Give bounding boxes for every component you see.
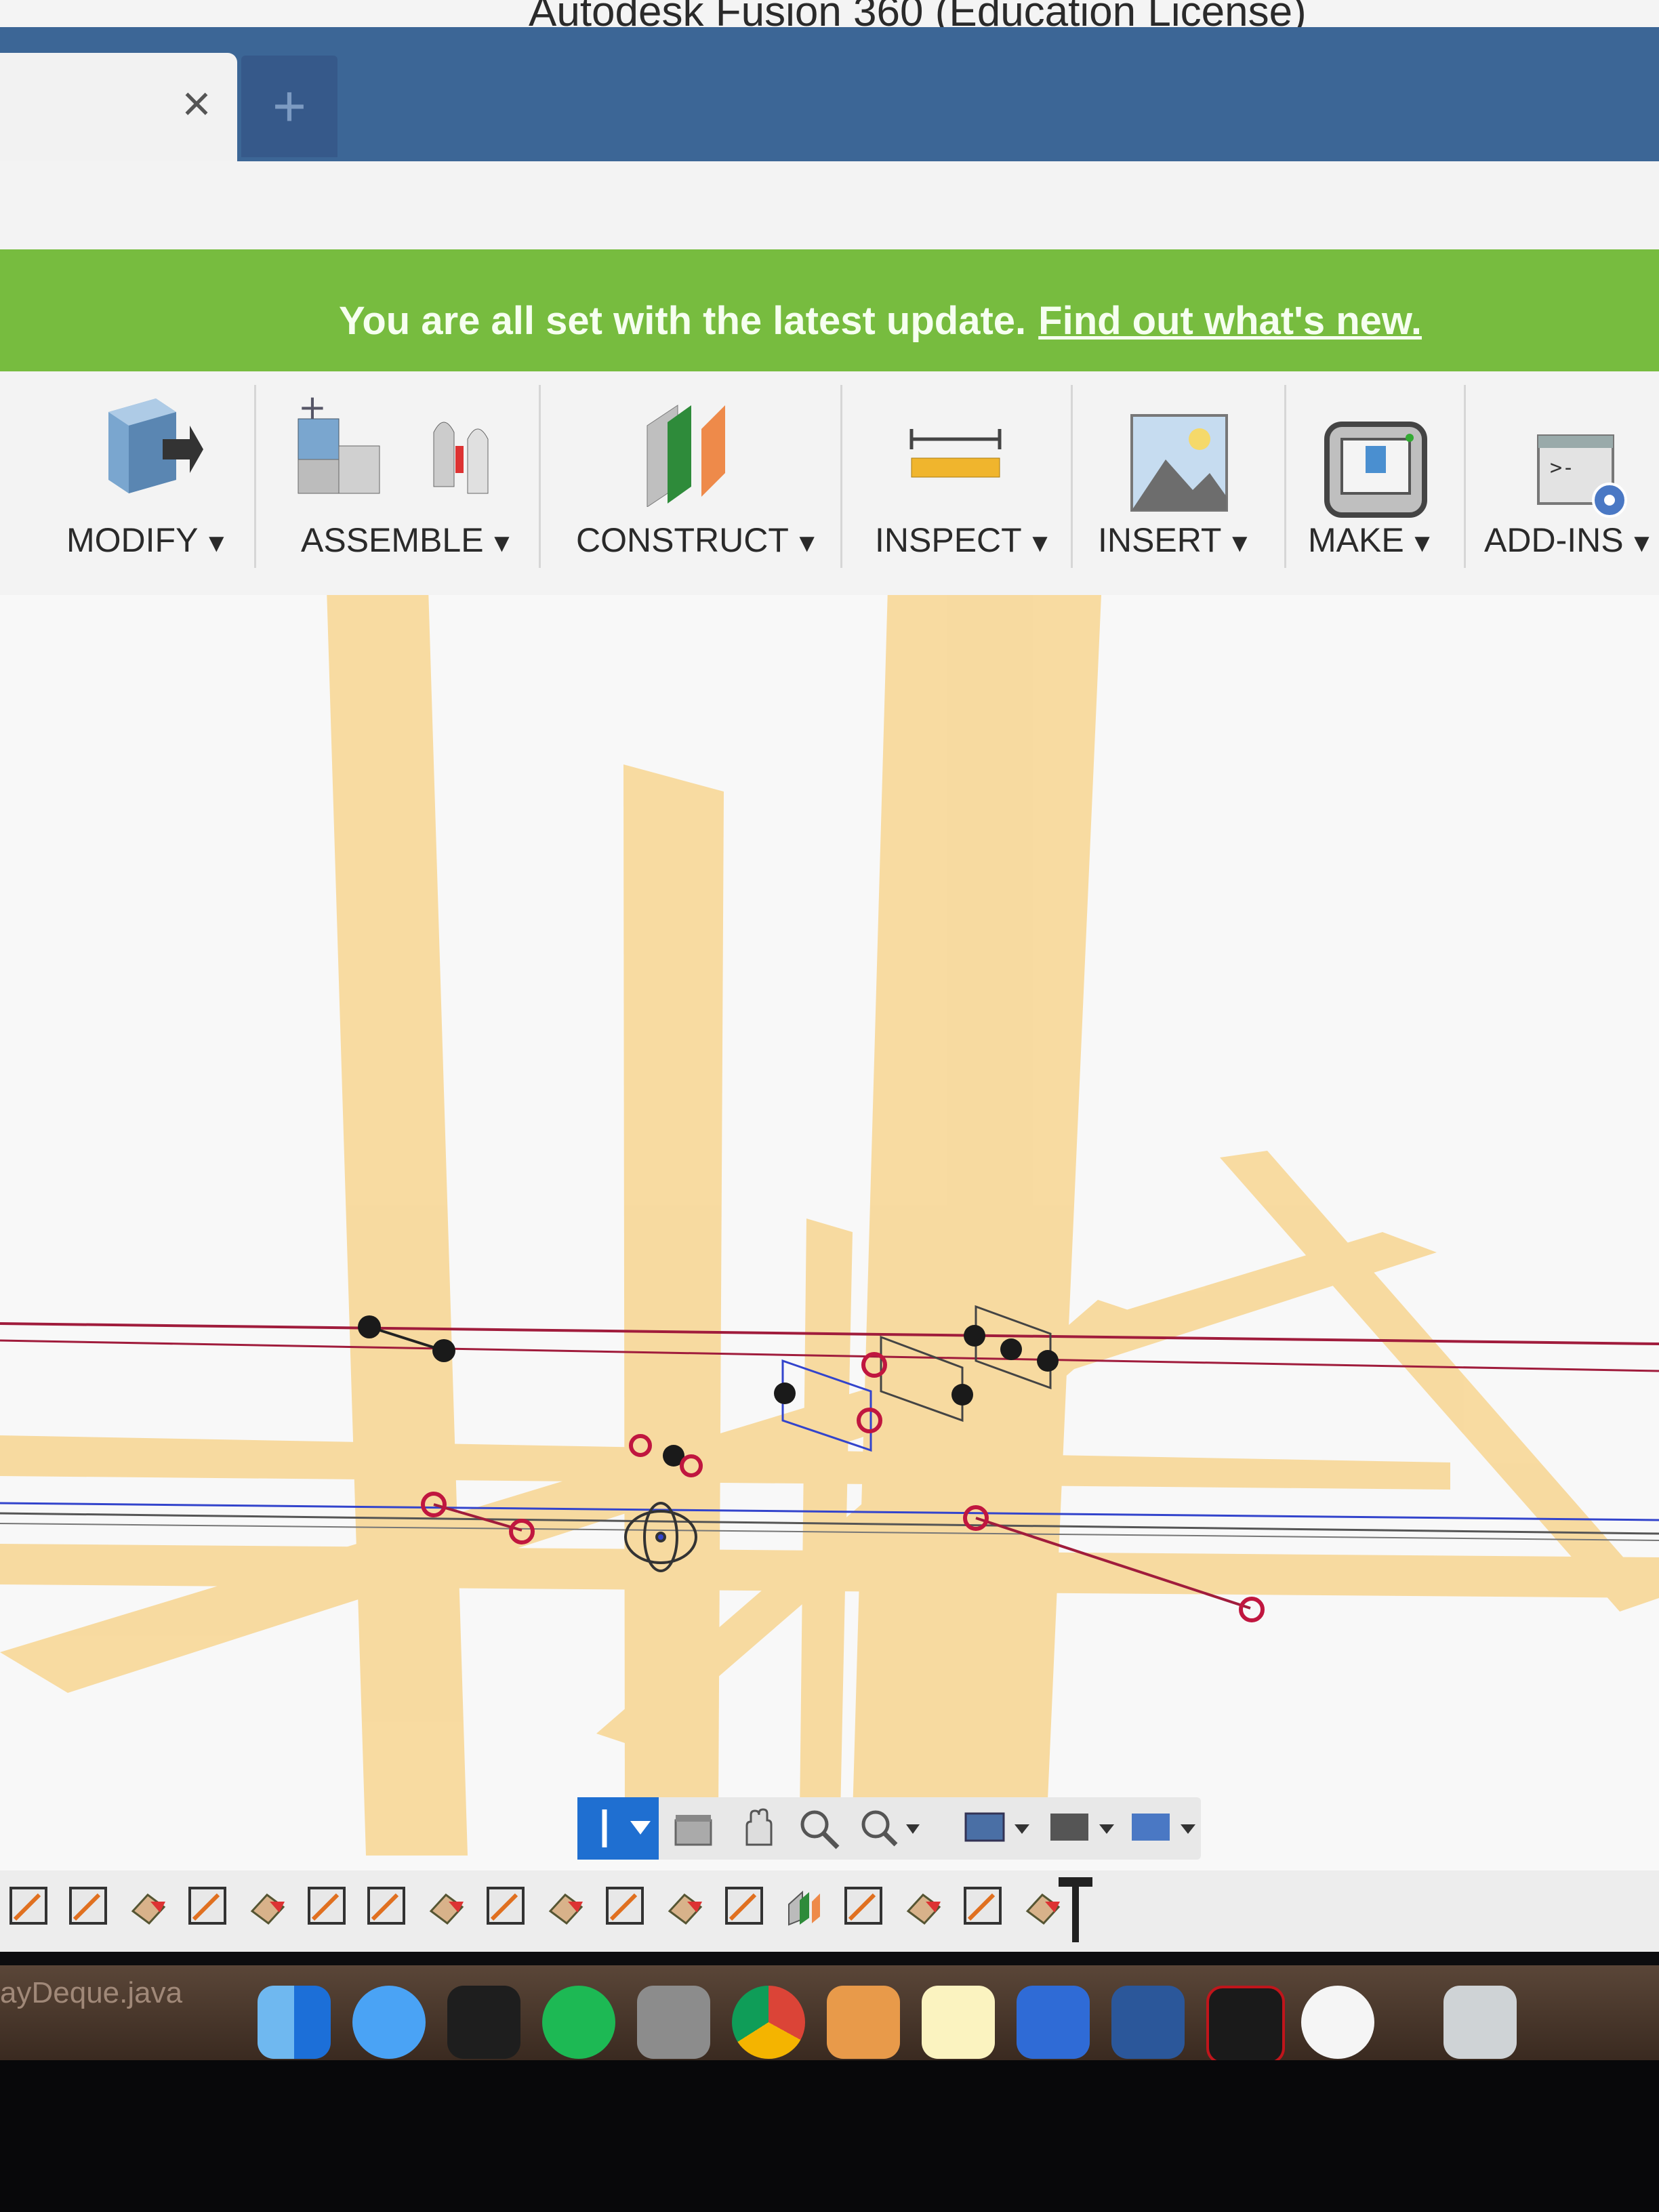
toolbar-group-make[interactable]: MAKE ▼ [1294,371,1457,595]
look-at-icon[interactable] [669,1804,718,1853]
display-settings-icon[interactable] [960,1804,1035,1853]
sketch-point [358,1315,381,1338]
sketch-point [964,1325,985,1347]
construction-plane-diagonal [1220,1151,1659,1612]
viewports-icon[interactable] [1126,1804,1201,1853]
grid-settings-icon[interactable] [1045,1804,1120,1853]
extrude-icon[interactable] [544,1884,587,1927]
sketch-icon[interactable] [7,1884,50,1927]
toolbar-label-add-ins: ADD-INS ▼ [1484,521,1655,559]
toolbar-group-insert[interactable]: INSERT ▼ [1081,371,1284,595]
close-tab-icon[interactable]: × [173,79,220,129]
extrude-icon[interactable] [245,1884,289,1927]
extrude-icon[interactable] [663,1884,706,1927]
zoom-icon[interactable] [794,1804,843,1853]
screen-bezel [0,2060,1659,2212]
sketch-icon[interactable] [66,1884,110,1927]
finder-icon[interactable] [258,1986,331,2059]
orbit-icon[interactable] [577,1797,659,1860]
sketch-icon[interactable] [842,1884,885,1927]
toolbar-separator [1071,385,1073,568]
notes-icon[interactable] [922,1986,995,2059]
toolbar-label-modify: MODIFY ▼ [66,521,230,559]
toolbar-separator [1284,385,1286,568]
extrude-icon[interactable] [126,1884,169,1927]
toolbar-group-add-ins[interactable]: >- ADD-INS ▼ [1471,371,1659,595]
whats-new-link[interactable]: Find out what's new. [1038,299,1422,343]
sketch-icon[interactable] [305,1884,348,1927]
update-notice-message: You are all set with the latest update. [339,299,1027,343]
assemble-icon: + [298,392,489,494]
sketch-icon[interactable] [961,1884,1004,1927]
navigation-bar [577,1797,1201,1860]
system-preferences-icon[interactable] [637,1986,710,2059]
toolbar-label-construct: CONSTRUCT ▼ [576,521,820,559]
timeline-bar [0,1870,1659,1952]
3d-print-icon [1324,422,1427,518]
scripts-addins-icon: >- [1537,434,1627,518]
sketch-icon[interactable] [484,1884,527,1927]
toolbar-label-make: MAKE ▼ [1308,521,1435,559]
trash-icon[interactable] [1443,1986,1517,2059]
new-tab-button[interactable]: + [241,56,337,157]
toolbar-separator [840,385,842,568]
extrude-icon[interactable] [901,1884,945,1927]
svg-text:>-: >- [1550,456,1574,480]
acrobat-icon[interactable] [1206,1986,1285,2064]
sketch-icon[interactable] [603,1884,647,1927]
canvas-scene [0,595,1659,1856]
dock-file-label: ayDeque.java [0,1976,183,2009]
timeline-marker[interactable] [1059,1877,1092,1942]
extrude-icon[interactable] [424,1884,468,1927]
svg-text:+: + [298,392,327,427]
sketch-icon[interactable] [186,1884,229,1927]
sketch-point [1239,1597,1265,1622]
fit-zoom-icon[interactable] [855,1804,923,1853]
modify-icon [108,398,203,493]
toolbar-group-inspect[interactable]: INSPECT ▼ [851,371,1067,595]
sketch-point [432,1339,455,1362]
toolbar-label-inspect: INSPECT ▼ [875,521,1053,559]
sketch-point [774,1382,796,1404]
plane-icon[interactable] [782,1884,825,1927]
toolbar-group-assemble[interactable]: + ASSEMBLE ▼ [264,371,535,595]
insert-image-icon [1130,414,1228,512]
sketch-icon[interactable] [722,1884,766,1927]
toolbar-separator [1464,385,1466,568]
toolbar-separator [539,385,541,568]
word-icon[interactable] [1111,1986,1185,2059]
sketch-icon[interactable] [365,1884,408,1927]
macos-dock: ayDeque.java [0,1965,1659,2064]
tab-content-strip [0,161,1659,249]
toolbar-group-modify[interactable]: MODIFY ▼ [20,371,251,595]
measure-ruler-icon [909,429,1002,478]
sketch-point [951,1384,973,1406]
sketch-point [1000,1338,1022,1360]
xcode-icon[interactable] [1017,1986,1090,2059]
toolbar-label-assemble: ASSEMBLE ▼ [301,521,515,559]
itunes-icon[interactable] [1301,1986,1374,2059]
messages-icon[interactable] [352,1986,426,2059]
design-toolbar: MODIFY ▼ + ASSEMBLE ▼ CONSTRUCT ▼ INSPEC… [0,371,1659,595]
toolbar-group-construct[interactable]: CONSTRUCT ▼ [549,371,834,595]
fusion360-icon[interactable] [827,1986,900,2059]
terminal-icon[interactable] [447,1986,520,2059]
update-notice-text: You are all set with the latest update. F… [339,298,1422,344]
update-notice-banner: You are all set with the latest update. F… [0,249,1659,371]
sketch-point [1037,1350,1059,1372]
chrome-icon[interactable] [732,1986,805,2059]
construction-plane-vertical [800,1218,853,1815]
spotify-icon[interactable] [542,1986,615,2059]
design-canvas[interactable] [0,595,1659,1889]
construct-icon [647,405,725,507]
construction-plane-vertical [327,595,468,1856]
toolbar-separator [254,385,256,568]
extrude-icon[interactable] [1021,1884,1064,1927]
pan-hand-icon[interactable] [733,1804,782,1853]
toolbar-label-insert: INSERT ▼ [1098,521,1253,559]
